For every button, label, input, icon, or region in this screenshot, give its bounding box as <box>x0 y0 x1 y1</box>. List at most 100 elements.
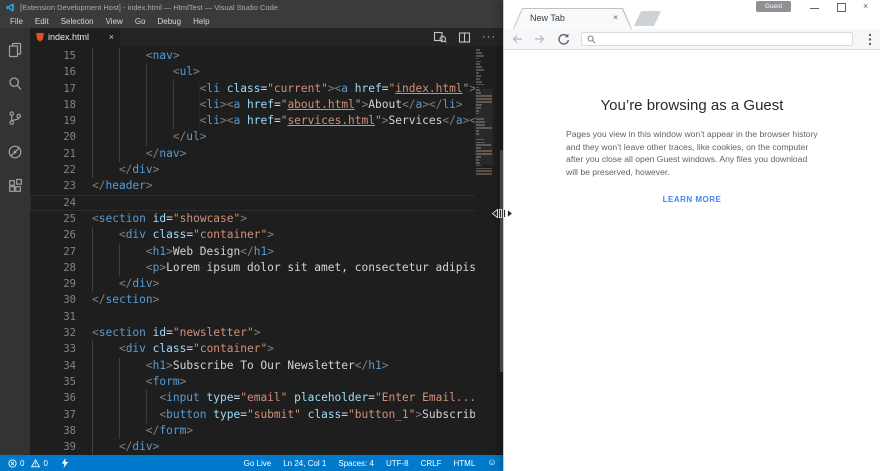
html-file-icon <box>36 32 44 42</box>
window-close-icon[interactable]: × <box>863 1 868 11</box>
line-number: 22 <box>63 164 76 177</box>
code-line-33: 33 < div class = "container" > <box>30 341 505 358</box>
vscode-logo-icon <box>6 3 15 12</box>
code-line-39: 39 </div > <box>30 439 505 455</box>
line-number: 24 <box>63 196 76 209</box>
eol-setting[interactable]: CRLF <box>421 459 442 468</box>
line-number: 28 <box>63 261 76 274</box>
line-number: 34 <box>63 359 76 372</box>
go-live-button[interactable]: Go Live <box>244 459 272 468</box>
code-line-30: 30 </section > <box>30 292 505 308</box>
close-icon[interactable]: × <box>109 32 114 42</box>
code-line-24: 24 <box>30 195 505 211</box>
menu-go[interactable]: Go <box>129 17 152 26</box>
learn-more-link[interactable]: LEARN MORE <box>504 195 880 204</box>
line-number: 29 <box>63 278 76 291</box>
line-number: 21 <box>63 147 76 160</box>
code-editor[interactable]: 15 < nav >16 < ul >17 < li class = "current" >< a hr… <box>30 46 505 455</box>
cursor-position[interactable]: Ln 24, Col 1 <box>283 459 326 468</box>
encoding-setting[interactable]: UTF-8 <box>386 459 409 468</box>
code-line-29: 29 </div > <box>30 276 505 293</box>
line-number: 15 <box>63 50 76 62</box>
forward-icon[interactable] <box>533 32 547 51</box>
browser-toolbar <box>504 29 880 50</box>
maximize-icon[interactable] <box>837 3 846 12</box>
line-number: 31 <box>63 310 76 323</box>
code-line-28: 28 < p > Lorem ipsum dolor sit amet, consect… <box>30 259 505 277</box>
menu-edit[interactable]: Edit <box>29 17 55 26</box>
code-line-22: 22 </div > <box>30 162 505 179</box>
window-title: [Extension Development Host] - index.htm… <box>20 2 278 12</box>
line-number: 16 <box>63 66 76 79</box>
code-line-17: 17 < li class = "current" >< a href = " index.htm… <box>30 80 505 97</box>
tab-label: index.html <box>48 32 90 42</box>
minimap-viewport[interactable] <box>475 89 493 165</box>
line-number: 19 <box>63 115 76 128</box>
explorer-icon[interactable] <box>0 33 30 67</box>
line-number: 25 <box>63 212 76 225</box>
menu-debug[interactable]: Debug <box>151 17 187 26</box>
code-line-38: 38 </form > <box>30 422 505 440</box>
browser-menu-icon[interactable] <box>868 33 872 51</box>
new-tab-button[interactable] <box>634 11 661 26</box>
line-number: 23 <box>63 180 76 193</box>
code-line-32: 32 < section id = "newsletter" > <box>30 325 505 341</box>
menu-help[interactable]: Help <box>187 17 215 26</box>
language-mode[interactable]: HTML <box>454 459 476 468</box>
more-actions-icon[interactable]: ··· <box>482 31 496 43</box>
code-line-16: 16 < ul > <box>30 64 505 81</box>
tab-index-html[interactable]: index.html × <box>30 28 120 46</box>
error-count: 0 <box>20 458 25 468</box>
guest-heading: You’re browsing as a Guest <box>600 97 784 114</box>
lightning-icon[interactable] <box>61 458 69 468</box>
minimize-icon[interactable] <box>810 8 819 9</box>
indentation-setting[interactable]: Spaces: 4 <box>338 459 374 468</box>
code-line-20: 20 </ul > <box>30 129 505 146</box>
omnibox-search-icon <box>587 35 596 43</box>
activity-bar <box>0 28 30 455</box>
statusbar-right: Go Live Ln 24, Col 1 Spaces: 4 UTF-8 CRL… <box>244 458 497 468</box>
warning-icon <box>31 458 41 468</box>
line-number: 32 <box>63 327 76 340</box>
reload-icon[interactable] <box>556 32 570 51</box>
vscode-titlebar: [Extension Development Host] - index.htm… <box>0 0 505 14</box>
guest-page: You’re browsing as a Guest Pages you vie… <box>504 50 880 471</box>
line-number: 18 <box>63 98 76 111</box>
minimap[interactable] <box>475 46 493 455</box>
feedback-smiley-icon[interactable]: ☺ <box>487 458 497 468</box>
line-number: 20 <box>63 131 76 144</box>
warning-count: 0 <box>43 458 48 468</box>
browser-tab-new-tab[interactable]: New Tab × <box>513 8 632 29</box>
error-icon <box>8 458 17 468</box>
resize-cursor-icon <box>491 206 514 224</box>
editor-actions: ··· <box>433 30 505 44</box>
code-line-23: 23 </header > <box>30 178 505 194</box>
guest-profile-badge[interactable]: Guest <box>756 1 791 12</box>
line-number: 35 <box>63 375 76 388</box>
code-line-21: 21 </nav > <box>30 145 505 163</box>
vscode-window: [Extension Development Host] - index.htm… <box>0 0 505 471</box>
menu-view[interactable]: View <box>100 17 129 26</box>
extensions-icon[interactable] <box>0 169 30 203</box>
code-line-37: 37 < button type = "submit" class = "button_1"… <box>30 406 505 423</box>
menu-selection[interactable]: Selection <box>55 17 100 26</box>
tab-close-icon[interactable]: × <box>613 12 618 22</box>
debug-icon[interactable] <box>0 135 30 169</box>
split-editor-icon[interactable] <box>458 31 471 44</box>
line-number: 37 <box>63 408 76 421</box>
code-line-27: 27 < h1 > Web Design </h1 > <box>30 243 505 260</box>
code-line-36: 36 < input type = "email" placeholder = "Enter… <box>30 390 505 407</box>
code-line-15: 15 < nav > <box>30 48 505 65</box>
screenshot-root: [Extension Development Host] - index.htm… <box>0 0 880 471</box>
line-number: 30 <box>63 294 76 307</box>
source-control-icon[interactable] <box>0 101 30 135</box>
problems-indicator[interactable]: 0 0 <box>8 458 69 468</box>
open-preview-icon[interactable] <box>433 30 447 44</box>
menu-file[interactable]: File <box>4 17 29 26</box>
status-bar: 0 0 Go Live Ln 24, Col 1 Spaces: 4 UTF-8… <box>0 455 505 471</box>
address-bar[interactable] <box>581 32 853 46</box>
back-icon[interactable] <box>510 32 524 51</box>
code-line-25: 25 < section id = "showcase" > <box>30 211 505 227</box>
search-icon[interactable] <box>0 67 30 101</box>
code-line-26: 26 < div class = "container" > <box>30 227 505 244</box>
